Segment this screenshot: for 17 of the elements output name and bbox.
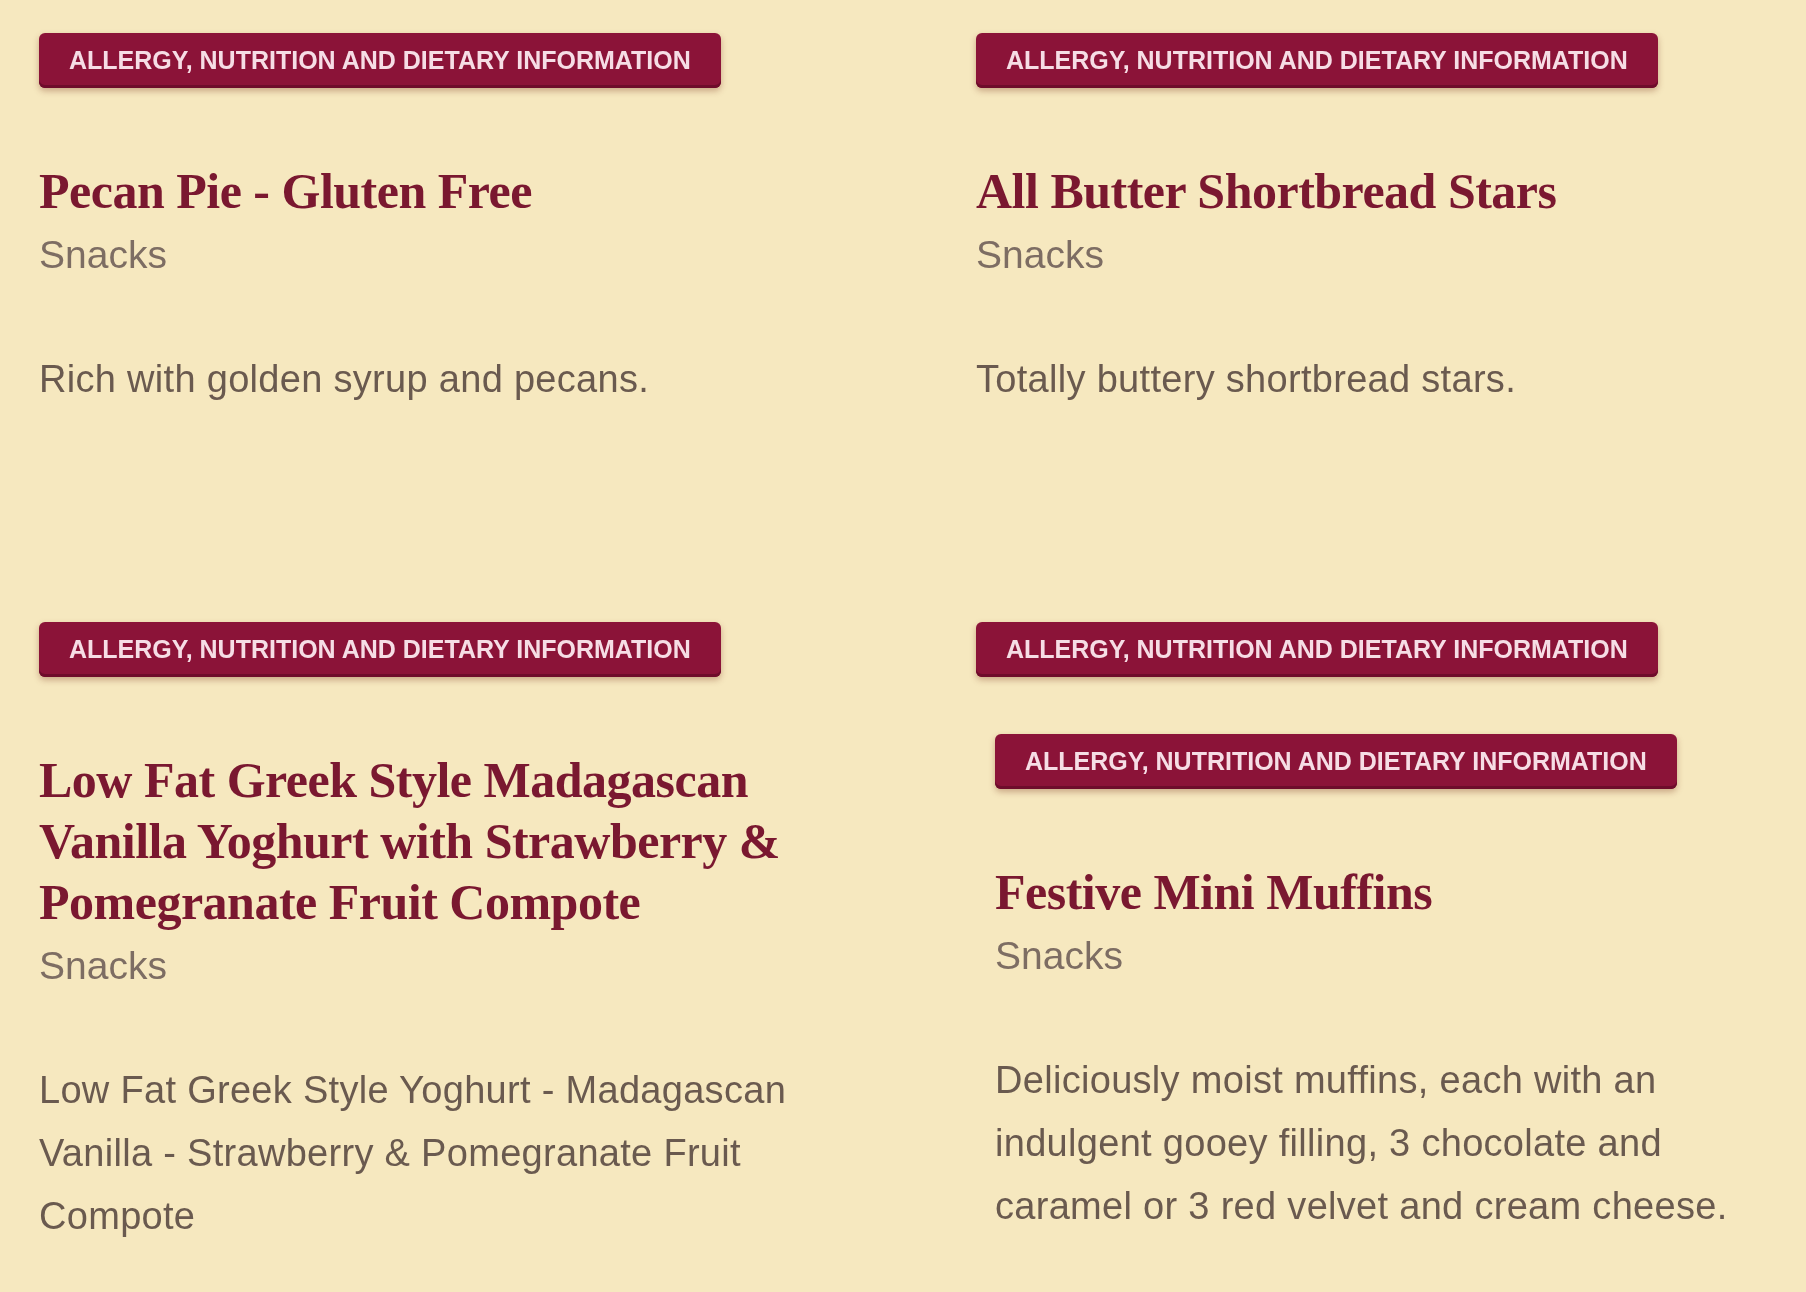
category-label: Snacks [39, 943, 167, 989]
info-button[interactable]: ALLERGY, NUTRITION AND DIETARY INFORMATION [995, 734, 1677, 789]
category-label: Snacks [995, 933, 1123, 979]
info-button[interactable]: ALLERGY, NUTRITION AND DIETARY INFORMATION [976, 622, 1658, 677]
product-title: All Butter Shortbread Stars [976, 162, 1557, 221]
info-button[interactable]: ALLERGY, NUTRITION AND DIETARY INFORMATION [39, 622, 721, 677]
info-button[interactable]: ALLERGY, NUTRITION AND DIETARY INFORMATION [39, 33, 721, 88]
product-title: Pecan Pie - Gluten Free [39, 162, 532, 221]
category-label: Snacks [976, 232, 1104, 278]
info-button[interactable]: ALLERGY, NUTRITION AND DIETARY INFORMATION [976, 33, 1658, 88]
product-description: Totally buttery shortbread stars. [976, 357, 1517, 402]
product-title: Low Fat Greek Style Madagascan Vanilla Yoghurt with Strawberry & Pomegranate Fruit Compote [39, 751, 781, 932]
product-description: Rich with golden syrup and pecans. [39, 357, 650, 402]
product-description: Deliciously moist muffins, each with an indulgent gooey filling, 3 chocolate and caramel or 3 red velvet and cream cheese. [995, 1058, 1729, 1229]
product-description: Low Fat Greek Style Yoghurt - Madagascan Vanilla - Strawberry & Pomegranate Fruit Compote [39, 1068, 788, 1239]
category-label: Snacks [39, 232, 167, 278]
product-title: Festive Mini Muffins [995, 863, 1433, 922]
